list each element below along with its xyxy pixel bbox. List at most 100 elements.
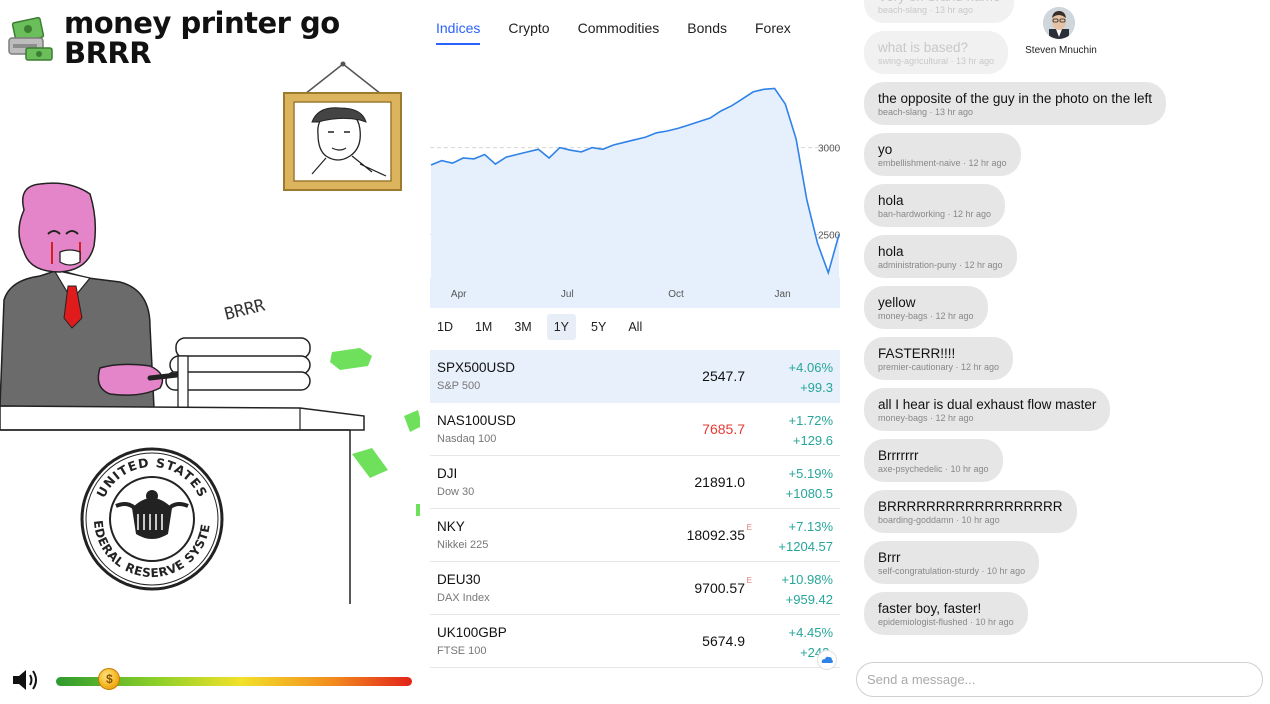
message-bubble: hola ban-hardworking · 12 hr ago: [864, 184, 1006, 227]
index-row[interactable]: UK100GBP FTSE 100 5674.9 +4.45% +242.: [430, 615, 840, 668]
chat-message: the opposite of the guy in the photo on …: [864, 82, 1184, 133]
index-symbol: UK100GBP: [437, 625, 507, 640]
change-absolute: +1080.5: [785, 486, 833, 501]
message-text: hola: [878, 244, 904, 259]
change-absolute: +959.42: [785, 592, 833, 607]
index-price: 21891.0: [694, 474, 745, 490]
message-input[interactable]: [856, 662, 1263, 697]
chat-message: hola ban-hardworking · 12 hr ago: [864, 184, 1184, 235]
index-row[interactable]: DEU30 DAX Index 9700.57 E +10.98% +959.42: [430, 562, 840, 615]
x-tick-label: Oct: [668, 289, 684, 300]
message-text: what is based?: [878, 40, 969, 55]
index-row[interactable]: NKY Nikkei 225 18092.35 E +7.13% +1204.57: [430, 509, 840, 562]
message-bubble: yellow money-bags · 12 hr ago: [864, 286, 988, 329]
change-percent: +5.19%: [788, 466, 833, 481]
message-bubble: Brrr self-congratulation-sturdy · 10 hr a…: [864, 541, 1040, 584]
message-meta: administration-puny · 12 hr ago: [878, 260, 1003, 270]
change-percent: +1.72%: [788, 413, 833, 428]
index-name: FTSE 100: [437, 645, 487, 657]
message-meta: premier-cautionary · 12 hr ago: [878, 362, 1000, 372]
message-meta: beach-slang · 13 hr ago: [878, 5, 974, 15]
user-name: Steven Mnuchin: [1025, 45, 1097, 56]
chat-message: what is based? swing-agricultural · 13 hr…: [864, 31, 1184, 82]
index-symbol: NAS100USD: [437, 413, 516, 428]
time-range-selector: 1D 1M 3M 1Y 5Y All: [430, 314, 657, 340]
tab-indices[interactable]: Indices: [436, 20, 481, 45]
message-bubble: BRRRRRRRRRRRRRRRRRR boarding-goddamn · 10…: [864, 490, 1077, 533]
index-price: 9700.57: [694, 580, 745, 596]
avatar-photo-icon: [1043, 7, 1075, 39]
index-symbol: NKY: [437, 519, 465, 534]
message-meta: self-congratulation-sturdy · 10 hr ago: [878, 566, 1026, 576]
range-all[interactable]: All: [621, 314, 649, 340]
message-meta: axe-psychedelic · 10 hr ago: [878, 464, 989, 474]
range-3m[interactable]: 3M: [507, 314, 538, 340]
x-tick-label: Jul: [561, 289, 574, 300]
chat-panel: Very on-brand namebeach-slang · 13 hr ag…: [856, 0, 1270, 704]
tab-bonds[interactable]: Bonds: [687, 20, 727, 45]
index-row[interactable]: DJI Dow 30 21891.0 +5.19% +1080.5: [430, 456, 840, 509]
index-row[interactable]: NAS100USD Nasdaq 100 7685.7 +1.72% +129.6: [430, 403, 840, 456]
change-percent: +10.98%: [781, 572, 833, 587]
index-name: Dow 30: [437, 486, 475, 498]
tab-crypto[interactable]: Crypto: [508, 20, 549, 45]
money-printer-illustration: BRRR UNITED STATES EDERAL RESERVE SYSTE: [0, 56, 420, 604]
message-bubble: faster boy, faster! epidemiologist-flushe…: [864, 592, 1028, 635]
printer-rollers: [147, 337, 311, 409]
chat-message: yo embellishment-naive · 12 hr ago: [864, 133, 1184, 184]
y-tick-label: 3000: [818, 144, 840, 155]
index-chart: 25003000Apr Jul Oct Jan: [430, 72, 840, 308]
change-percent: +4.45%: [788, 625, 833, 640]
message-meta: embellishment-naive · 12 hr ago: [878, 158, 1007, 168]
message-meta: beach-slang · 13 hr ago: [878, 107, 974, 117]
message-meta: epidemiologist-flushed · 10 hr ago: [878, 617, 1014, 627]
tab-commodities[interactable]: Commodities: [578, 20, 660, 45]
message-text: FASTERR!!!!: [878, 346, 956, 361]
chat-message: yellow money-bags · 12 hr ago: [864, 286, 1184, 337]
index-price: 18092.35: [686, 527, 745, 543]
flying-bills: [330, 348, 420, 516]
market-panel: Indices Crypto Commodities Bonds Forex 2500 3…: [424, 0, 850, 704]
message-bubble: Very on-brand namebeach-slang · 13 hr ag…: [864, 0, 1015, 23]
message-text: the opposite of the guy in the photo on …: [878, 91, 1152, 106]
range-5y[interactable]: 5Y: [584, 314, 613, 340]
cloud-icon[interactable]: [817, 650, 837, 670]
index-row[interactable]: SPX500USD S&P 500 2547.7 +4.06% +99.3: [430, 350, 840, 403]
index-price: 2547.7: [702, 368, 745, 384]
message-meta: money-bags · 12 hr ago: [878, 311, 974, 321]
message-bubble: hola administration-puny · 12 hr ago: [864, 235, 1017, 278]
chat-message: FASTERR!!!! premier-cautionary · 12 hr ag…: [864, 337, 1184, 388]
change-percent: +4.06%: [788, 360, 833, 375]
index-name: Nasdaq 100: [437, 433, 497, 445]
index-list: SPX500USD S&P 500 2547.7 +4.06% +99.3 NAS100U…: [430, 350, 840, 668]
message-text: Brrrrrrr: [878, 448, 919, 463]
message-text: faster boy, faster!: [878, 601, 982, 616]
index-symbol: SPX500USD: [437, 360, 516, 375]
slider-thumb[interactable]: $: [98, 668, 121, 690]
message-text: Brrr: [878, 550, 901, 565]
speaker-icon[interactable]: [10, 666, 42, 694]
index-symbol: DEU30: [437, 572, 481, 587]
index-name: S&P 500: [437, 380, 481, 392]
tab-forex[interactable]: Forex: [755, 20, 791, 45]
chat-feed: Very on-brand namebeach-slang · 13 hr ag…: [864, 0, 1184, 643]
range-1y[interactable]: 1Y: [546, 314, 577, 340]
delayed-mark: E: [746, 576, 752, 585]
chat-message: all I hear is dual exhaust flow master mo…: [864, 388, 1184, 439]
wojak-figure: [0, 182, 164, 409]
avatar[interactable]: [1043, 7, 1075, 39]
change-absolute: +99.3: [800, 380, 833, 395]
brrr-sound-text: BRRR: [222, 295, 267, 324]
chat-message: Brrrrrrr axe-psychedelic · 10 hr ago: [864, 439, 1184, 490]
message-text: yo: [878, 142, 893, 157]
range-1d[interactable]: 1D: [430, 314, 460, 340]
chat-message: Very on-brand namebeach-slang · 13 hr ag…: [864, 0, 1184, 31]
chat-message: Brrr self-congratulation-sturdy · 10 hr a…: [864, 541, 1184, 592]
message-bubble: the opposite of the guy in the photo on …: [864, 82, 1166, 125]
range-1m[interactable]: 1M: [468, 314, 499, 340]
index-symbol: DJI: [437, 466, 458, 481]
change-absolute: +1204.57: [778, 539, 833, 554]
change-percent: +7.13%: [788, 519, 833, 534]
x-tick-label: Apr: [451, 289, 467, 300]
chat-message: faster boy, faster! epidemiologist-flushe…: [864, 592, 1184, 643]
